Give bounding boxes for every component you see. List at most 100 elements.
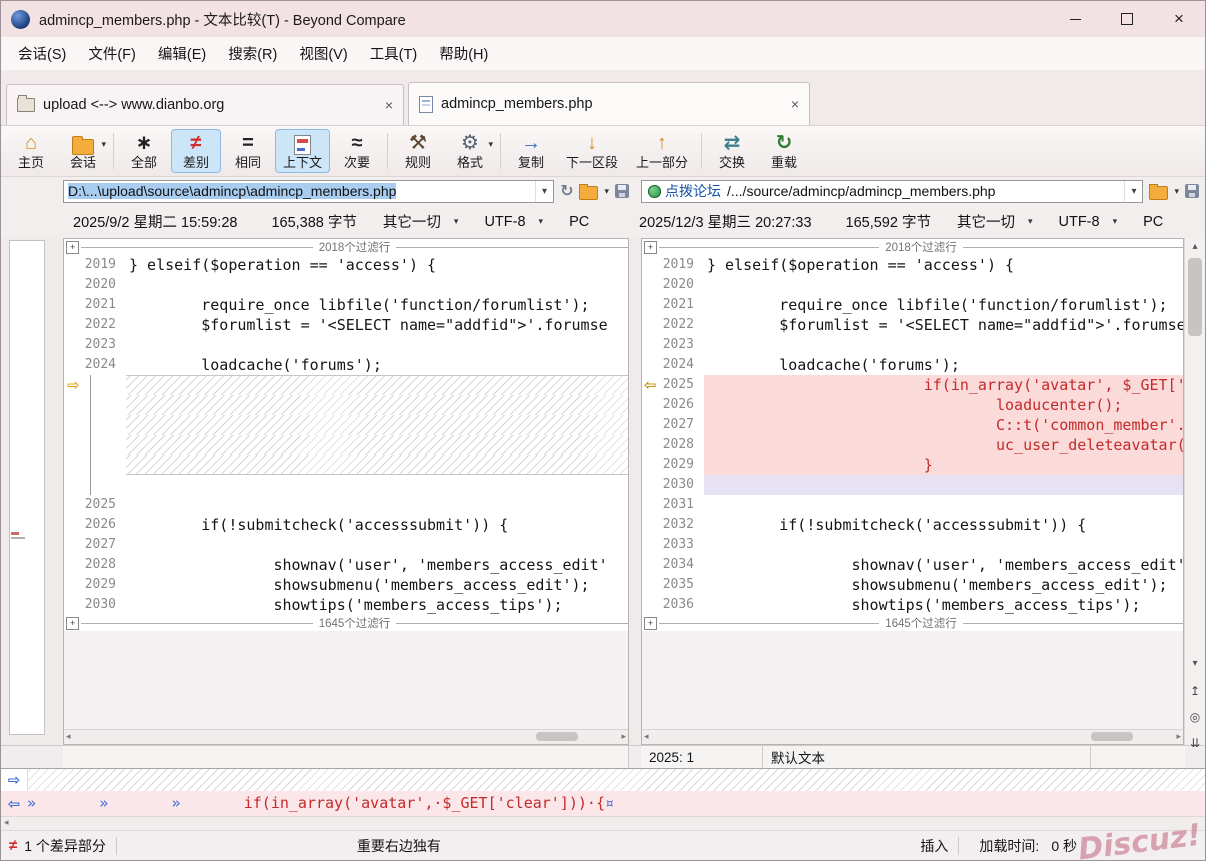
code-text[interactable] xyxy=(126,275,628,295)
expand-icon[interactable] xyxy=(66,241,79,254)
code-text[interactable]: loaducenter(); xyxy=(704,395,1183,415)
copy-button[interactable]: → 复制 xyxy=(506,129,556,173)
code-text[interactable]: require_once libfile('function/forumlist… xyxy=(126,295,628,315)
code-text[interactable]: showtips('members_access_tips'); xyxy=(126,595,628,615)
next-section-button[interactable]: ↓ 下一区段 xyxy=(558,129,626,173)
code-text[interactable]: } xyxy=(704,455,1183,475)
scroll-down-icon[interactable] xyxy=(1185,658,1205,669)
code-text[interactable] xyxy=(126,335,628,355)
menu-session[interactable]: 会话(S) xyxy=(7,39,77,68)
menu-edit[interactable]: 编辑(E) xyxy=(147,39,217,68)
scroll-right-icon[interactable] xyxy=(1176,731,1181,742)
code-text[interactable]: $forumlist = '<SELECT name="addfid">'.fo… xyxy=(126,315,628,335)
code-text[interactable]: showsubmenu('members_access_edit'); xyxy=(126,575,628,595)
scroll-right-icon[interactable] xyxy=(621,731,626,742)
show-same-button[interactable]: = 相同 xyxy=(223,129,273,173)
code-text[interactable]: } elseif($operation == 'access') { xyxy=(704,255,1183,275)
menu-tools[interactable]: 工具(T) xyxy=(359,39,429,68)
ignore-unimportant-button[interactable]: ≈ 次要 xyxy=(332,129,382,173)
show-differences-button[interactable]: ≠ 差别 xyxy=(171,129,221,173)
tab-admincp-members[interactable]: admincp_members.php xyxy=(408,82,810,125)
code-text[interactable]: } elseif($operation == 'access') { xyxy=(126,255,628,275)
code-text[interactable] xyxy=(126,475,628,495)
right-encoding-dropdown[interactable]: UTF-8 xyxy=(1059,214,1118,230)
menu-help[interactable]: 帮助(H) xyxy=(428,39,499,68)
code-text[interactable] xyxy=(126,455,628,475)
left-path-combo[interactable]: D:\...\upload\source\admincp\admincp_mem… xyxy=(63,180,554,203)
menu-view[interactable]: 视图(V) xyxy=(288,39,358,68)
code-text[interactable]: shownav('user', 'members_access_edit' xyxy=(126,555,628,575)
expand-icon[interactable] xyxy=(644,617,657,630)
copy-to-left-arrow-icon[interactable] xyxy=(1,795,27,813)
show-all-button[interactable]: ∗ 全部 xyxy=(119,129,169,173)
close-button[interactable]: × xyxy=(1153,1,1205,37)
save-icon[interactable] xyxy=(615,184,629,198)
dropdown-icon[interactable] xyxy=(1124,181,1142,202)
code-text[interactable]: uc_user_deleteavatar( xyxy=(704,435,1183,455)
code-text[interactable]: if(!submitcheck('accesssubmit')) { xyxy=(126,515,628,535)
menu-search[interactable]: 搜索(R) xyxy=(217,39,288,68)
expand-icon[interactable] xyxy=(66,617,79,630)
right-path-combo[interactable]: 点拨论坛 /.../source/admincp/admincp_members… xyxy=(641,180,1143,203)
code-text[interactable]: require_once libfile('function/forumlist… xyxy=(704,295,1183,315)
tab-session-upload[interactable]: upload <--> www.dianbo.org xyxy=(6,84,404,125)
right-horizontal-scrollbar[interactable] xyxy=(642,729,1183,744)
code-text[interactable] xyxy=(704,495,1183,515)
scroll-up-icon[interactable] xyxy=(1185,241,1205,252)
save-icon[interactable] xyxy=(1185,184,1199,198)
code-text[interactable]: showsubmenu('members_access_edit'); xyxy=(704,575,1183,595)
scroll-left-icon[interactable] xyxy=(644,731,649,742)
code-text[interactable]: shownav('user', 'members_access_edit' xyxy=(704,555,1183,575)
refresh-icon[interactable] xyxy=(560,181,573,201)
menu-file[interactable]: 文件(F) xyxy=(77,39,147,68)
pane-splitter[interactable] xyxy=(629,238,641,745)
code-text[interactable] xyxy=(704,335,1183,355)
code-text[interactable]: showtips('members_access_tips'); xyxy=(704,595,1183,615)
next-difference-button[interactable] xyxy=(1185,736,1205,750)
right-compare-mode-dropdown[interactable]: 其它一切 xyxy=(957,211,1033,232)
overview-strip[interactable] xyxy=(1,238,63,745)
code-text[interactable]: if(!submitcheck('accesssubmit')) { xyxy=(704,515,1183,535)
scrollbar-thumb[interactable] xyxy=(1091,732,1133,741)
swap-button[interactable]: ⇄ 交换 xyxy=(707,129,757,173)
format-button[interactable]: ⚙ 格式 xyxy=(445,129,495,173)
code-text[interactable] xyxy=(126,395,628,415)
expand-icon[interactable] xyxy=(644,241,657,254)
tab-close-icon[interactable] xyxy=(791,96,799,112)
maximize-button[interactable] xyxy=(1101,1,1153,37)
browse-folder-icon[interactable] xyxy=(1149,186,1168,200)
scroll-left-icon[interactable] xyxy=(4,817,9,828)
reload-button[interactable]: ↻ 重载 xyxy=(759,129,809,173)
code-text[interactable]: loadcache('forums'); xyxy=(126,355,628,375)
scrollbar-thumb[interactable] xyxy=(536,732,578,741)
show-context-button[interactable]: 上下文 xyxy=(275,129,330,173)
detail-scrollbar[interactable] xyxy=(1,816,1205,830)
left-horizontal-scrollbar[interactable] xyxy=(64,729,628,744)
folder-dropdown-icon[interactable] xyxy=(604,186,609,197)
code-text[interactable] xyxy=(126,435,628,455)
code-text[interactable] xyxy=(704,275,1183,295)
browse-folder-icon[interactable] xyxy=(579,186,598,200)
code-text[interactable] xyxy=(704,535,1183,555)
code-text[interactable] xyxy=(704,475,1183,495)
overview-thumbnail[interactable] xyxy=(9,240,45,735)
code-text[interactable] xyxy=(126,535,628,555)
code-text[interactable]: C::t('common_member'. xyxy=(704,415,1183,435)
vertical-scrollbar[interactable] xyxy=(1184,238,1205,745)
minimize-button[interactable] xyxy=(1049,1,1101,37)
code-text[interactable]: loadcache('forums'); xyxy=(704,355,1183,375)
code-text[interactable] xyxy=(126,495,628,515)
left-compare-mode-dropdown[interactable]: 其它一切 xyxy=(383,211,459,232)
code-text[interactable] xyxy=(126,375,628,395)
left-encoding-dropdown[interactable]: UTF-8 xyxy=(484,214,543,230)
folder-dropdown-icon[interactable] xyxy=(1174,186,1179,197)
dropdown-icon[interactable] xyxy=(535,181,553,202)
current-difference-button[interactable] xyxy=(1185,710,1205,724)
diff-line-text[interactable]: » » » if(in_array('avatar',·$_GET['clear… xyxy=(27,791,1205,816)
scrollbar-thumb[interactable] xyxy=(1188,258,1202,336)
previous-section-button[interactable]: ↑ 上一部分 xyxy=(628,129,696,173)
code-text[interactable] xyxy=(126,415,628,435)
sessions-button[interactable]: 会话 xyxy=(58,129,108,173)
diff-location-marker[interactable] xyxy=(11,532,27,540)
home-button[interactable]: ⌂ 主页 xyxy=(6,129,56,173)
